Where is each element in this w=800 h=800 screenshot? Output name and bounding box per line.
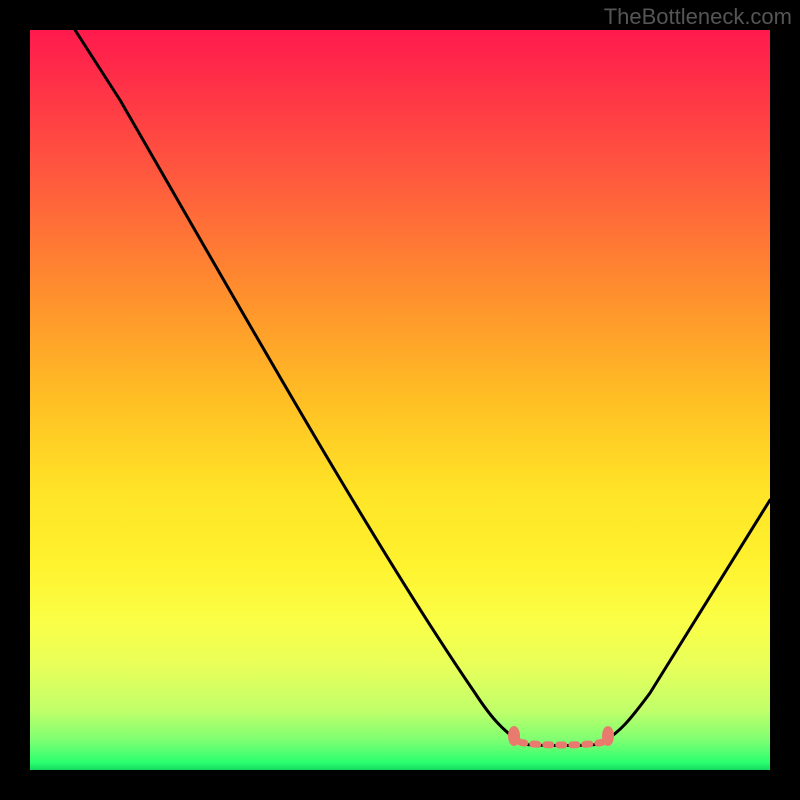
trough-marker <box>520 742 603 745</box>
trough-dot-right <box>602 726 614 746</box>
watermark: TheBottleneck.com <box>604 4 792 30</box>
curve-svg <box>30 30 770 770</box>
plot-area <box>30 30 770 770</box>
trough-dot-left <box>508 726 520 746</box>
bottleneck-curve <box>75 30 770 746</box>
chart-container: TheBottleneck.com <box>0 0 800 800</box>
